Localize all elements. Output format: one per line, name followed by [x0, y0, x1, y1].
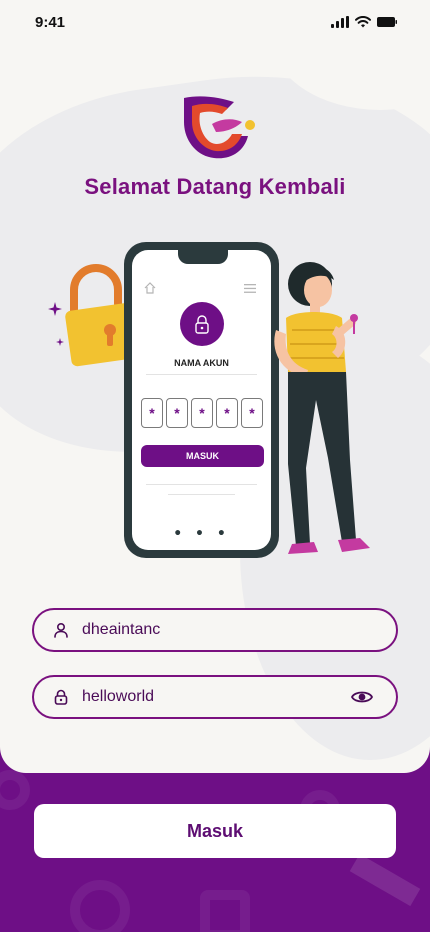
home-icon [144, 282, 156, 294]
pin-box: * [241, 398, 263, 428]
eye-icon[interactable] [350, 685, 374, 709]
status-time: 9:41 [35, 13, 66, 31]
pin-box: * [141, 398, 163, 428]
phone-account-label: NAMA AKUN [174, 358, 229, 368]
password-input[interactable] [82, 677, 350, 717]
phone-lock-badge [180, 302, 224, 346]
status-icons [331, 16, 397, 28]
pin-box: * [166, 398, 188, 428]
pin-box: * [191, 398, 213, 428]
password-field[interactable] [32, 675, 398, 719]
phone-dots: • • • [173, 526, 230, 542]
user-icon [52, 621, 70, 639]
phone-mockup: NAMA AKUN * * * * * MASUK • • • [124, 242, 279, 558]
lock-icon [195, 315, 209, 334]
login-illustration: NAMA AKUN * * * * * MASUK • • • [40, 236, 390, 566]
woman-figure [274, 262, 370, 554]
phone-pin-row: * * * * * [141, 398, 263, 428]
menu-icon [244, 284, 256, 293]
login-button[interactable]: Masuk [34, 804, 396, 858]
pin-box: * [216, 398, 238, 428]
sparkle-icon [48, 302, 62, 316]
page-title: Selamat Datang Kembali [84, 174, 346, 199]
lock-icon [52, 688, 70, 706]
sparkle-icon [56, 338, 64, 346]
phone-login-button: MASUK [141, 445, 264, 467]
signal-icon [331, 16, 349, 28]
status-bar: 9:41 [0, 0, 430, 44]
username-input[interactable] [82, 610, 396, 650]
battery-icon [377, 17, 397, 27]
app-logo [184, 96, 255, 159]
username-field[interactable] [32, 608, 398, 652]
wifi-icon [355, 16, 371, 28]
